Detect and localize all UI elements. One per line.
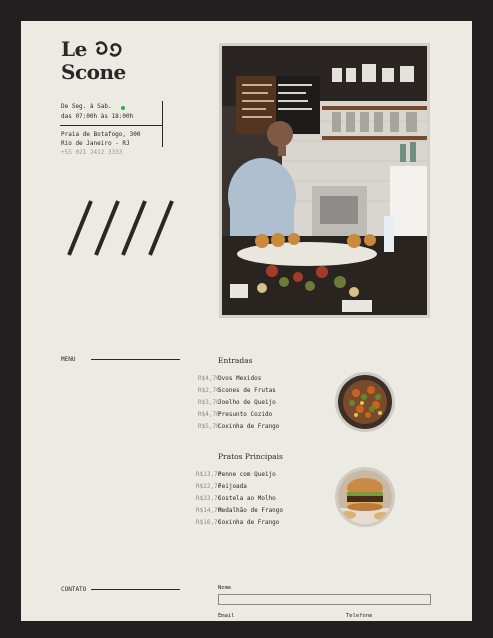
hours-time: das 07:00h às 18:00h (61, 113, 134, 120)
menu-section-label: MENU (61, 356, 76, 363)
four-slashes-icon (67, 200, 174, 256)
address-street: Praia de Botafogo, 300 (61, 131, 141, 138)
category-title-entradas: Entradas (218, 356, 253, 365)
category-title-pratos-principais: Pratos Principais (218, 452, 283, 461)
menu-item[interactable]: R$4,70Presunto Cozido (198, 411, 272, 418)
menu-item-price: R$33,70 (196, 495, 222, 502)
hero-photo (219, 43, 430, 318)
menu-item[interactable]: R$13,70Penne com Queijo (196, 471, 276, 478)
menu-item-name: Presunto Cozido (218, 411, 273, 418)
address-block: Praia de Botafogo, 300 Rio de Janeiro - … (61, 130, 140, 157)
menu-item-name: Scones de Frutas (218, 387, 276, 394)
address-city: Rio de Janeiro - RJ (61, 140, 130, 147)
menu-item-price: R$22,70 (196, 483, 222, 490)
menu-item-name: Penne com Queijo (218, 471, 276, 478)
menu-item-name: Medalhão de Frango (218, 507, 284, 514)
menu-item-price: R$3,70 (198, 399, 220, 406)
salad-dish-photo (338, 375, 392, 429)
menu-item-price: R$14,70 (196, 507, 222, 514)
phone-field-label: Telefone (346, 613, 373, 619)
menu-item-name: Joelho de Queijo (218, 399, 276, 406)
email-field-label: Email (218, 613, 235, 619)
menu-item-price: R$4,70 (198, 375, 220, 382)
menu-item[interactable]: R$4,70Ovos Mexidos (198, 375, 261, 382)
name-field-label: Nome (218, 585, 232, 591)
menu-item[interactable]: R$2,70Scones de Frutas (198, 387, 276, 394)
menu-section-rule (91, 359, 180, 360)
scone-swirl-icon (95, 41, 122, 57)
menu-item[interactable]: R$33,70Costela ao Molho (196, 495, 276, 502)
contact-section-rule (91, 589, 180, 590)
menu-item[interactable]: R$22,70Feijoada (196, 483, 247, 490)
entradas-dish-image (335, 372, 395, 432)
brand-name-line2: Scone (61, 60, 126, 84)
menu-item-name: Coxinha de Frango (218, 519, 280, 526)
menu-item-price: R$4,70 (198, 411, 220, 418)
menu-item-price: R$13,70 (196, 471, 222, 478)
cafe-counter-photo (222, 46, 427, 315)
menu-item-name: Costela ao Molho (218, 495, 276, 502)
burger-photo (338, 470, 392, 524)
menu-item-price: R$16,70 (196, 519, 222, 526)
pratos-dish-image (335, 467, 395, 527)
phone-number[interactable]: +55 021 2412 3333 (61, 148, 140, 157)
divider (60, 125, 162, 126)
contact-section-label: CONTATO (61, 586, 87, 593)
menu-item[interactable]: R$3,70Joelho de Queijo (198, 399, 276, 406)
menu-item[interactable]: R$5,70Coxinha de Frango (198, 423, 279, 430)
page: Le Scone De Seg. à Sab. das 07:00h às 18… (21, 21, 472, 621)
device-frame: Le Scone De Seg. à Sab. das 07:00h às 18… (0, 0, 493, 638)
menu-item-price: R$2,70 (198, 387, 220, 394)
name-field[interactable] (218, 594, 431, 605)
menu-item-price: R$5,70 (198, 423, 220, 430)
open-status-dot-icon (121, 106, 125, 110)
menu-item-name: Coxinha de Frango (218, 423, 280, 430)
menu-item[interactable]: R$14,70Medalhão de Frango (196, 507, 283, 514)
menu-item[interactable]: R$16,70Coxinha de Frango (196, 519, 279, 526)
menu-item-name: Feijoada (218, 483, 247, 490)
menu-item-name: Ovos Mexidos (218, 375, 262, 382)
